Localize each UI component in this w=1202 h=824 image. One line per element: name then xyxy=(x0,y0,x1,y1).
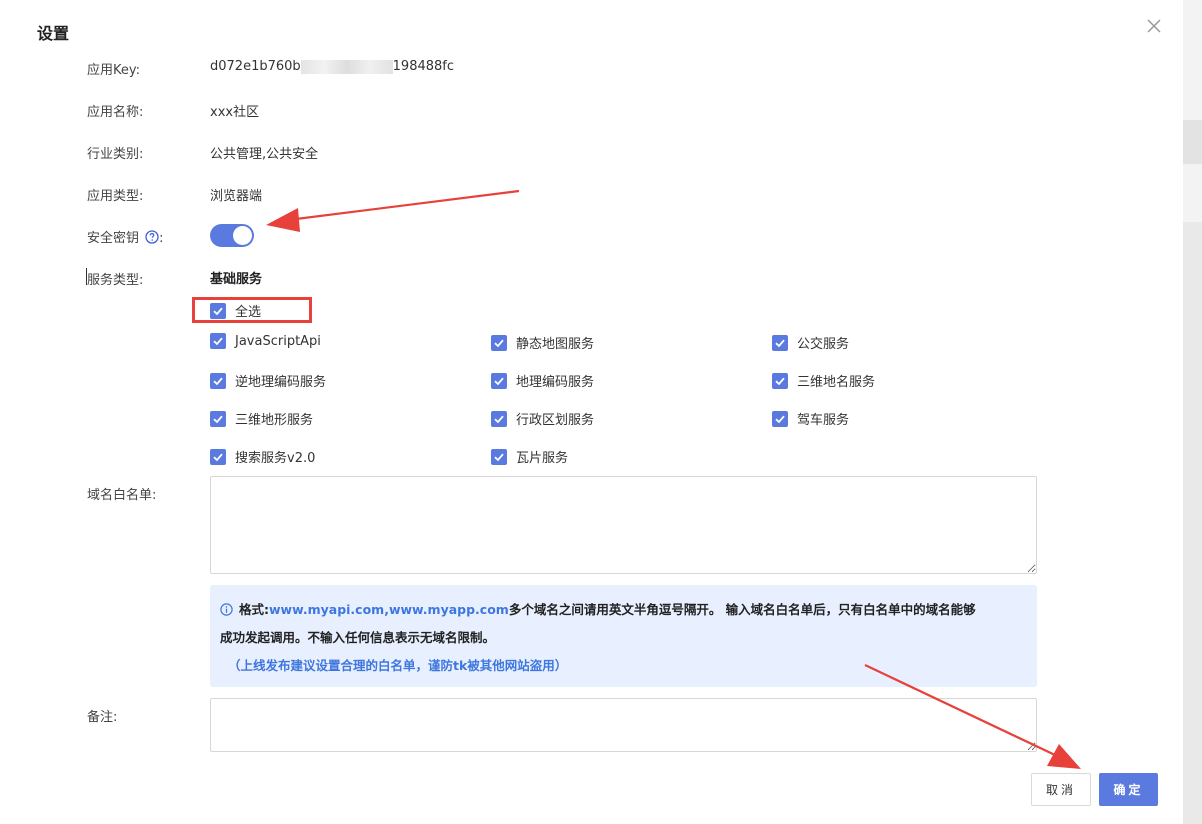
security-key-colon: : xyxy=(159,231,164,246)
service-checkbox[interactable]: JavaScriptApi xyxy=(210,333,321,349)
whitelist-info-box: 格式:www.myapi.com,www.myapp.com多个域名之间请用英文… xyxy=(210,585,1037,687)
checkbox-checked-icon xyxy=(210,372,226,389)
checkbox-checked-icon xyxy=(772,372,788,389)
background-overlay xyxy=(1183,0,1202,824)
service-label: 搜索服务v2.0 xyxy=(235,451,316,466)
help-icon[interactable] xyxy=(145,230,159,244)
checkbox-checked-icon xyxy=(772,410,788,427)
app-key-value: d072e1b760b 198488fc xyxy=(210,59,454,74)
service-label: 瓦片服务 xyxy=(516,451,569,466)
confirm-button[interactable]: 确定 xyxy=(1099,773,1158,806)
cancel-button[interactable]: 取消 xyxy=(1031,773,1091,806)
service-label: 地理编码服务 xyxy=(516,375,595,390)
checkbox-checked-icon xyxy=(210,410,226,427)
info-line-1: 格式:www.myapi.com,www.myapp.com多个域名之间请用英文… xyxy=(220,596,1025,624)
service-label: 公交服务 xyxy=(797,337,850,352)
background-band xyxy=(1183,222,1202,824)
service-checkbox[interactable]: 驾车服务 xyxy=(772,409,849,428)
whitelist-label: 域名白名单: xyxy=(87,488,157,503)
app-key-suffix: 198488fc xyxy=(392,59,455,74)
service-label: 三维地形服务 xyxy=(235,413,314,428)
app-type-label: 应用类型: xyxy=(87,189,144,204)
basic-services-title: 基础服务 xyxy=(210,272,263,287)
note-textarea[interactable] xyxy=(210,698,1037,752)
service-checkbox[interactable]: 三维地名服务 xyxy=(772,371,875,390)
app-type-value: 浏览器端 xyxy=(210,189,263,204)
checkbox-checked-icon xyxy=(491,334,507,351)
note-label: 备注: xyxy=(87,710,118,725)
checkbox-checked-icon xyxy=(210,448,226,465)
annotation-highlight-box xyxy=(192,297,312,323)
format-rule-text: 多个域名之间请用英文半角逗号隔开。 输入域名白名单后，只有白名单中的域名能够 xyxy=(508,602,976,617)
security-key-label: 安全密钥 : xyxy=(87,227,164,246)
info-line-2: 成功发起调用。不输入任何信息表示无域名限制。 xyxy=(220,630,496,645)
service-label: 驾车服务 xyxy=(797,413,850,428)
service-checkbox[interactable]: 搜索服务v2.0 xyxy=(210,447,315,466)
checkbox-checked-icon xyxy=(772,334,788,351)
checkbox-checked-icon xyxy=(491,372,507,389)
checkbox-checked-icon xyxy=(491,448,507,465)
service-label: 行政区划服务 xyxy=(516,413,595,428)
service-checkbox[interactable]: 行政区划服务 xyxy=(491,409,594,428)
redacted-block xyxy=(300,59,393,74)
service-type-label: 服务类型: xyxy=(87,273,144,288)
service-checkbox[interactable]: 公交服务 xyxy=(772,333,849,352)
settings-dialog: 设置 应用Key: d072e1b760b 198488fc 应用名称: xxx社… xyxy=(0,0,1183,824)
dialog-title: 设置 xyxy=(37,24,70,43)
app-key-label: 应用Key: xyxy=(87,63,141,78)
checkbox-checked-icon xyxy=(210,333,226,349)
service-label: 逆地理编码服务 xyxy=(235,375,327,390)
service-checkbox[interactable]: 三维地形服务 xyxy=(210,409,313,428)
app-key-prefix: d072e1b760b xyxy=(210,59,301,74)
service-label: 三维地名服务 xyxy=(797,375,876,390)
security-key-toggle[interactable] xyxy=(210,224,254,247)
service-checkbox[interactable]: 地理编码服务 xyxy=(491,371,594,390)
industry-value: 公共管理,公共安全 xyxy=(210,147,319,162)
service-label: JavaScriptApi xyxy=(235,333,321,349)
toggle-knob xyxy=(233,226,252,245)
service-label: 静态地图服务 xyxy=(516,337,595,352)
service-checkbox[interactable]: 静态地图服务 xyxy=(491,333,594,352)
whitelist-textarea[interactable] xyxy=(210,476,1037,574)
service-checkbox[interactable]: 瓦片服务 xyxy=(491,447,568,466)
background-band xyxy=(1183,120,1202,164)
checkbox-checked-icon xyxy=(491,410,507,427)
format-example: www.myapi.com,www.myapp.com xyxy=(269,602,509,617)
security-key-label-text: 安全密钥 xyxy=(87,231,140,246)
app-name-label: 应用名称: xyxy=(87,105,144,120)
industry-label: 行业类别: xyxy=(87,147,144,162)
service-checkbox[interactable]: 逆地理编码服务 xyxy=(210,371,326,390)
close-icon[interactable] xyxy=(1144,16,1164,36)
app-name-value: xxx社区 xyxy=(210,105,260,120)
whitelist-tip: （上线发布建议设置合理的白名单，谨防tk被其他网站盗用） xyxy=(228,658,568,673)
info-icon xyxy=(220,603,233,616)
format-label: 格式: xyxy=(239,602,269,617)
